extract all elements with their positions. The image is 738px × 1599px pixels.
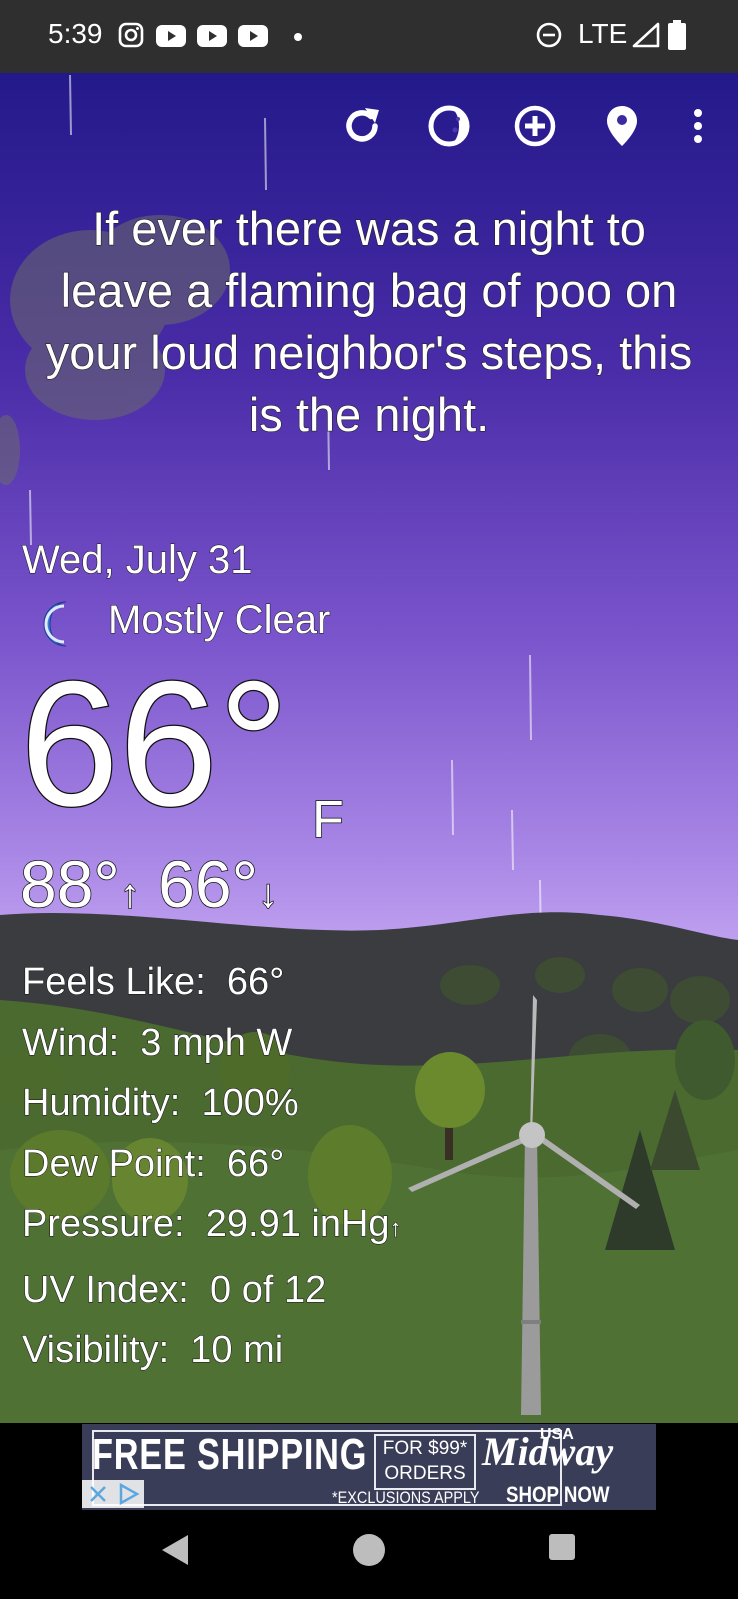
ad-offer: FOR $99* ORDERS xyxy=(374,1434,476,1490)
up-arrow-icon: ↑ xyxy=(119,871,141,917)
more-options-button[interactable] xyxy=(670,98,726,154)
weather-screen: 5:39 LTE If ever there was a night to le… xyxy=(0,0,738,1599)
date-label: Wed, July 31 xyxy=(22,538,253,583)
low-temperature: 66° xyxy=(157,846,258,922)
add-location-button[interactable] xyxy=(507,98,563,154)
detail-feels-like: Feels Like: 66° xyxy=(22,961,285,1004)
detail-wind: Wind: 3 mph W xyxy=(21,1021,293,1064)
ad-headline: FREE SHIPPING xyxy=(92,1430,368,1479)
location-pin-icon xyxy=(607,106,637,146)
ad-banner[interactable]: FREE SHIPPING FOR $99* ORDERS *EXCLUSION… xyxy=(82,1424,656,1510)
current-temperature: 66° xyxy=(19,644,291,843)
down-arrow-icon: ↓ xyxy=(257,871,279,917)
ad-cta[interactable]: SHOP NOW xyxy=(506,1482,610,1508)
refresh-button[interactable] xyxy=(334,98,390,154)
refresh-icon xyxy=(346,108,379,142)
more-vert-icon xyxy=(694,109,702,143)
detail-uv-index: UV Index: 0 of 12 xyxy=(22,1268,327,1311)
high-low-temperature: 88°↑ 66°↓ xyxy=(19,846,279,922)
temperature-unit: F xyxy=(311,790,344,850)
detail-visibility: Visibility: 10 mi xyxy=(21,1329,284,1372)
back-icon[interactable] xyxy=(160,1533,192,1567)
detail-dew-point: Dew Point: 66° xyxy=(22,1142,285,1185)
navigation-bar xyxy=(0,1511,738,1599)
adchoices-icon xyxy=(119,1482,140,1506)
moon-phase-button[interactable] xyxy=(421,98,477,154)
pressure-rising-icon: ↑ xyxy=(389,1215,402,1243)
high-temperature: 88° xyxy=(19,846,120,922)
crescent-moon-icon xyxy=(43,601,67,647)
ad-choices-button[interactable] xyxy=(82,1480,144,1508)
detail-humidity: Humidity: 100% xyxy=(21,1082,299,1125)
ad-disclaimer: *EXCLUSIONS APPLY xyxy=(332,1488,480,1507)
location-button[interactable] xyxy=(594,98,650,154)
recents-icon[interactable] xyxy=(548,1533,576,1561)
condition-label: Mostly Clear xyxy=(107,598,331,643)
add-location-icon xyxy=(514,105,556,147)
home-icon[interactable] xyxy=(352,1533,386,1567)
close-icon xyxy=(90,1486,106,1502)
moon-phase-icon xyxy=(428,105,470,147)
ad-brand-tag: USA xyxy=(540,1426,574,1443)
detail-pressure: Pressure: 29.91 inHg↑ xyxy=(22,1203,403,1246)
weather-quote: If ever there was a night to leave a fla… xyxy=(45,201,693,441)
weather-details: Feels Like: 66° Wind: 3 mph W Humidity: … xyxy=(21,952,403,1381)
